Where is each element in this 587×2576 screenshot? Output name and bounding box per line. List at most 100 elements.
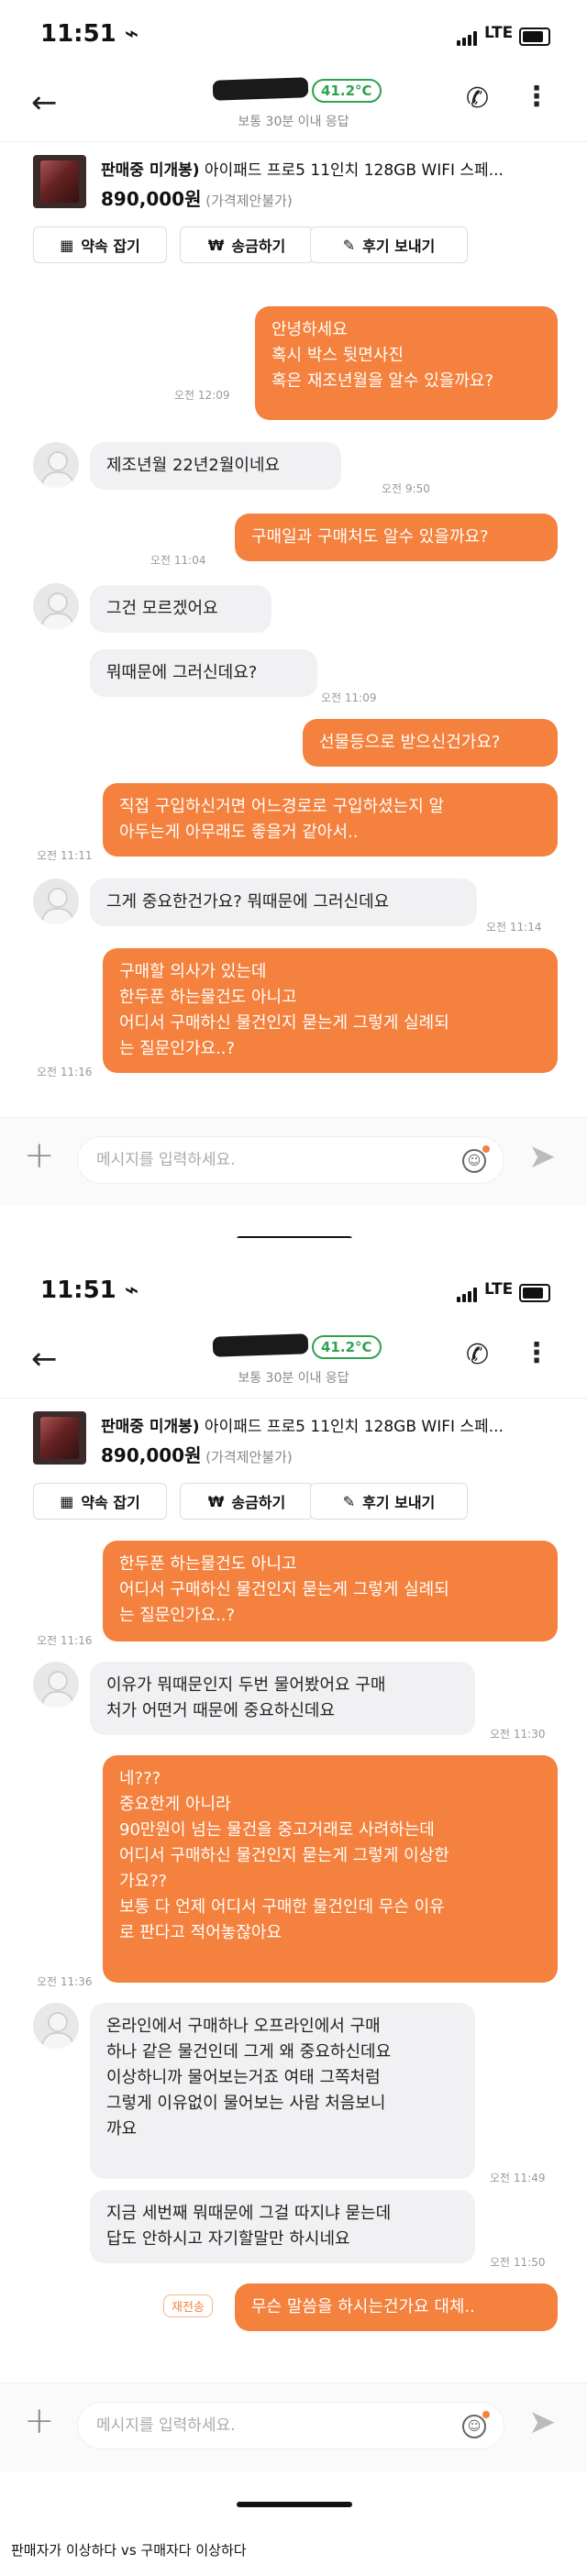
chat-screenshot-1: 11:51 ⌁ LTE ← 41.2°C 보통 30분 이내 응답 ✆ ⋮ 판매중 미개봉) … <box>0 0 587 1238</box>
review-button-label: 후기 보내기 <box>362 1494 436 1511</box>
won-coin-icon: ₩ <box>207 1492 225 1510</box>
send-money-button-label: 송금하기 <box>231 1494 286 1511</box>
product-thumbnail[interactable] <box>33 155 86 208</box>
message-input-bar: + 메시지를 입력하세요. ☺ ➤ <box>0 2383 587 2471</box>
redacted-username <box>212 77 309 101</box>
message-timestamp: 오전 11:09 <box>321 691 377 704</box>
phone-icon[interactable]: ✆ <box>466 83 489 115</box>
message-timestamp: 오전 11:16 <box>37 1066 93 1078</box>
message-timestamp: 오전 11:16 <box>37 1634 93 1647</box>
price-value: 890,000원 <box>101 1444 202 1466</box>
product-name: 아이패드 프로5 11인치 128GB WIFI 스페... <box>199 161 504 180</box>
emoji-new-dot <box>482 1145 490 1153</box>
product-card[interactable]: 판매중 미개봉) 아이패드 프로5 11인치 128GB WIFI 스페... 8… <box>0 141 587 293</box>
appointment-button-label: 약속 잡기 <box>81 1494 140 1511</box>
more-vertical-icon[interactable]: ⋮ <box>523 81 550 113</box>
outgoing-message: 구매일과 구매처도 알수 있을까요? <box>235 514 558 561</box>
won-coin-icon: ₩ <box>207 236 225 254</box>
chat-screenshot-2: 11:51 ⌁ LTE ← 41.2°C 보통 30분 이내 응답 ✆ ⋮ 판매중 미개봉) … <box>0 1256 587 2508</box>
plus-icon[interactable]: + <box>24 1134 55 1177</box>
outgoing-message: 한두푼 하는물건도 아니고 어디서 구매하신 물건인지 묻는게 그렇게 실례되 … <box>103 1541 558 1642</box>
image-caption: 판매자가 이상하다 vs 구매자다 이상하다 <box>11 2542 247 2559</box>
outgoing-message: 구매할 의사가 있는데 한두푼 하는물건도 아니고 어디서 구매하신 물건인지 … <box>103 948 558 1073</box>
user-avatar[interactable] <box>33 879 79 924</box>
price-note: (가격제안불가) <box>201 193 293 209</box>
message-list[interactable]: 한두푼 하는물건도 아니고 어디서 구매하신 물건인지 묻는게 그렇게 실례되 … <box>0 1541 587 2373</box>
message-list[interactable]: 안녕하세요 혹시 박스 뒷면사진 혹은 재조년월을 알수 있을까요? 오전 12:… <box>0 292 587 1117</box>
message-timestamp: 오전 11:30 <box>490 1728 546 1741</box>
product-status: 판매중 미개봉) <box>101 1418 200 1436</box>
price-note: (가격제안불가) <box>201 1449 293 1465</box>
chat-header: ← 41.2°C 보통 30분 이내 응답 ✆ ⋮ <box>0 73 587 141</box>
user-avatar[interactable] <box>33 1662 79 1708</box>
review-button[interactable]: ✎ 후기 보내기 <box>310 1483 468 1520</box>
status-bar: 11:51 ⌁ LTE <box>0 1256 587 1330</box>
product-card[interactable]: 판매중 미개봉) 아이패드 프로5 11인치 128GB WIFI 스페... 8… <box>0 1398 587 1550</box>
battery-icon <box>519 1284 550 1302</box>
battery-icon <box>519 28 550 46</box>
review-button[interactable]: ✎ 후기 보내기 <box>310 227 468 263</box>
send-icon[interactable]: ➤ <box>528 2404 556 2441</box>
send-money-button[interactable]: ₩ 송금하기 <box>180 1483 314 1520</box>
plus-icon[interactable]: + <box>24 2400 55 2442</box>
message-timestamp: 오전 9:50 <box>382 482 430 495</box>
home-indicator <box>237 1236 352 1238</box>
chat-header: ← 41.2°C 보통 30분 이내 응답 ✆ ⋮ <box>0 1330 587 1398</box>
message-timestamp: 오전 11:49 <box>490 2172 546 2184</box>
price-value: 890,000원 <box>101 188 202 210</box>
outgoing-message: 안녕하세요 혹시 박스 뒷면사진 혹은 재조년월을 알수 있을까요? <box>255 306 558 420</box>
message-input[interactable]: 메시지를 입력하세요. <box>77 2402 504 2449</box>
incoming-message: 뭐때문에 그러신데요? <box>90 649 317 697</box>
outgoing-message: 네??? 중요한게 아니라 90만원이 넘는 물건을 중고거래로 사려하는데 어… <box>103 1755 558 1983</box>
response-time-text: 보통 30분 이내 응답 <box>238 115 349 129</box>
message-timestamp: 오전 11:04 <box>150 554 206 567</box>
pencil-icon: ✎ <box>342 236 356 254</box>
signal-icon <box>457 31 481 46</box>
product-title: 판매중 미개봉) 아이패드 프로5 11인치 128GB WIFI 스페... <box>101 1413 559 1436</box>
outgoing-message: 직접 구입하신거면 어느경로로 구입하셨는지 알 아두는게 아무래도 좋을거 같… <box>103 783 558 857</box>
send-money-button[interactable]: ₩ 송금하기 <box>180 227 314 263</box>
outgoing-message: 선물등으로 받으신건가요? <box>303 719 558 767</box>
user-avatar[interactable] <box>33 442 79 488</box>
product-price: 890,000원 (가격제안불가) <box>101 184 293 211</box>
status-time: 11:51 ⌁ <box>40 20 139 48</box>
incoming-message: 이유가 뭐때문인지 두번 물어봤어요 구매 처가 어떤거 때문에 중요하신데요 <box>90 1662 475 1735</box>
outgoing-message: 무슨 말씀을 하시는건가요 대체.. <box>235 2283 558 2331</box>
product-thumbnail[interactable] <box>33 1411 86 1465</box>
incoming-message: 제조년월 22년2월이네요 <box>90 442 341 490</box>
appointment-button-label: 약속 잡기 <box>81 238 140 255</box>
calendar-icon: ▦ <box>60 236 74 254</box>
product-status: 판매중 미개봉) <box>101 161 200 180</box>
emoji-new-dot <box>482 2411 490 2418</box>
message-timestamp: 오전 11:11 <box>37 849 93 862</box>
user-avatar[interactable] <box>33 583 79 629</box>
incoming-message: 온라인에서 구매하나 오프라인에서 구매 하나 같은 물건인데 그게 왜 중요하… <box>90 2003 475 2179</box>
product-price: 890,000원 (가격제안불가) <box>101 1441 293 1467</box>
resend-button[interactable]: 재전송 <box>163 2294 213 2317</box>
emoji-icon[interactable]: ☺ <box>462 1149 486 1173</box>
emoji-icon[interactable]: ☺ <box>462 2415 486 2438</box>
phone-icon[interactable]: ✆ <box>466 1339 489 1371</box>
calendar-icon: ▦ <box>60 1492 74 1510</box>
review-button-label: 후기 보내기 <box>362 238 436 255</box>
status-time: 11:51 ⌁ <box>40 1277 139 1304</box>
status-bar: 11:51 ⌁ LTE <box>0 0 587 73</box>
appointment-button[interactable]: ▦ 약속 잡기 <box>33 1483 167 1520</box>
user-avatar[interactable] <box>33 2003 79 2049</box>
send-icon[interactable]: ➤ <box>528 1138 556 1176</box>
network-label: LTE <box>484 24 514 42</box>
more-vertical-icon[interactable]: ⋮ <box>523 1337 550 1369</box>
incoming-message: 그게 중요한건가요? 뭐때문에 그러신데요 <box>90 879 477 926</box>
redacted-username <box>212 1333 309 1357</box>
signal-icon <box>457 1288 481 1302</box>
message-input[interactable]: 메시지를 입력하세요. <box>77 1136 504 1184</box>
product-name: 아이패드 프로5 11인치 128GB WIFI 스페... <box>199 1418 504 1436</box>
manner-temperature-badge: 41.2°C <box>312 1335 382 1359</box>
message-timestamp: 오전 11:14 <box>486 921 542 934</box>
send-money-button-label: 송금하기 <box>231 238 286 255</box>
appointment-button[interactable]: ▦ 약속 잡기 <box>33 227 167 263</box>
network-label: LTE <box>484 1280 514 1299</box>
response-time-text: 보통 30분 이내 응답 <box>238 1371 349 1386</box>
manner-temperature-badge: 41.2°C <box>312 79 382 103</box>
incoming-message: 그건 모르겠어요 <box>90 585 271 633</box>
